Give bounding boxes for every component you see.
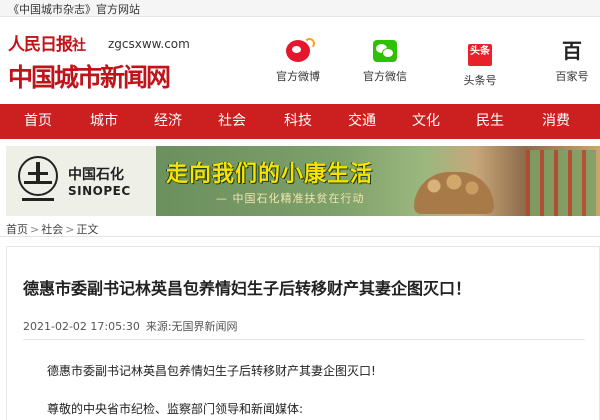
article: 德惠市委副书记林英昌包养情妇生子后转移财产其妻企图灭口！ 2021-02-02 … xyxy=(6,246,600,420)
social-label: 百家号 xyxy=(555,70,589,83)
nav-item-consumption[interactable]: 消费 xyxy=(542,104,570,139)
breadcrumb-current: 正文 xyxy=(76,223,99,236)
social-label: 官方微信 xyxy=(363,70,407,83)
nav-item-transport[interactable]: 交通 xyxy=(348,104,376,139)
baijiahao-icon: 百 xyxy=(562,39,582,63)
site-tagline: 《中国城市杂志》官方网站 xyxy=(8,3,140,16)
weibo-icon xyxy=(286,38,315,62)
social-baijiahao[interactable]: 百 百家号 xyxy=(532,40,600,90)
article-datetime: 2021-02-02 17:05:30 xyxy=(23,320,140,333)
banner-slogan: 走向我们的小康生活 xyxy=(166,162,374,187)
banner-crops-image xyxy=(526,150,596,216)
article-meta: 2021-02-02 17:05:30 来源:无国界新闻网 xyxy=(23,318,238,334)
divider xyxy=(0,236,600,237)
logo-brand: 人民日报社 xyxy=(8,35,86,55)
nav-item-city[interactable]: 城市 xyxy=(90,104,118,139)
breadcrumb-society[interactable]: 社会 xyxy=(41,223,63,236)
article-paragraph: 尊敬的中央省市纪检、监察部门领导和新闻媒体: xyxy=(47,402,304,416)
nav-item-economy[interactable]: 经济 xyxy=(154,104,182,139)
banner-brand-cn: 中国石化 xyxy=(68,167,124,183)
article-title: 德惠市委副书记林英昌包养情妇生子后转移财产其妻企图灭口！ xyxy=(23,279,472,298)
ad-banner[interactable]: 中国石化 SINOPEC 走向我们的小康生活 — 中国石化精准扶贫在行动 xyxy=(6,146,600,216)
social-label: 头条号 xyxy=(463,74,497,87)
social-wechat[interactable]: 官方微信 xyxy=(345,40,425,90)
toutiao-icon: 头条 xyxy=(468,44,492,66)
main-nav: 首页 城市 经济 社会 科技 交通 文化 民生 消费 xyxy=(0,104,600,139)
wechat-icon xyxy=(373,40,397,62)
nav-item-livelihood[interactable]: 民生 xyxy=(476,104,504,139)
article-paragraph: 德惠市委副书记林英昌包养情妇生子后转移财产其妻企图灭口! xyxy=(47,364,376,378)
nav-item-home[interactable]: 首页 xyxy=(24,104,52,139)
breadcrumb-home[interactable]: 首页 xyxy=(6,223,28,236)
nav-item-society[interactable]: 社会 xyxy=(218,104,246,139)
logo-main-title: 中国城市新闻网 xyxy=(8,63,171,92)
site-logo[interactable]: 人民日报社 zgcsxww.com 中国城市新闻网 xyxy=(8,28,198,92)
banner-brand-en: SINOPEC xyxy=(68,184,131,198)
logo-url: zgcsxww.com xyxy=(108,37,190,51)
divider xyxy=(23,339,585,340)
sinopec-emblem-icon xyxy=(18,156,58,201)
top-bar: 《中国城市杂志》官方网站 xyxy=(0,0,600,17)
breadcrumb: 首页 > 社会 > 正文 xyxy=(6,223,99,236)
social-label: 官方微博 xyxy=(276,70,320,83)
nav-item-technology[interactable]: 科技 xyxy=(284,104,312,139)
social-toutiao[interactable]: 头条 头条号 xyxy=(440,40,520,90)
nav-item-culture[interactable]: 文化 xyxy=(412,104,440,139)
social-weibo[interactable]: 官方微博 xyxy=(258,38,338,90)
article-source: 来源:无国界新闻网 xyxy=(145,320,238,333)
banner-subtitle: — 中国石化精准扶贫在行动 xyxy=(216,192,365,205)
